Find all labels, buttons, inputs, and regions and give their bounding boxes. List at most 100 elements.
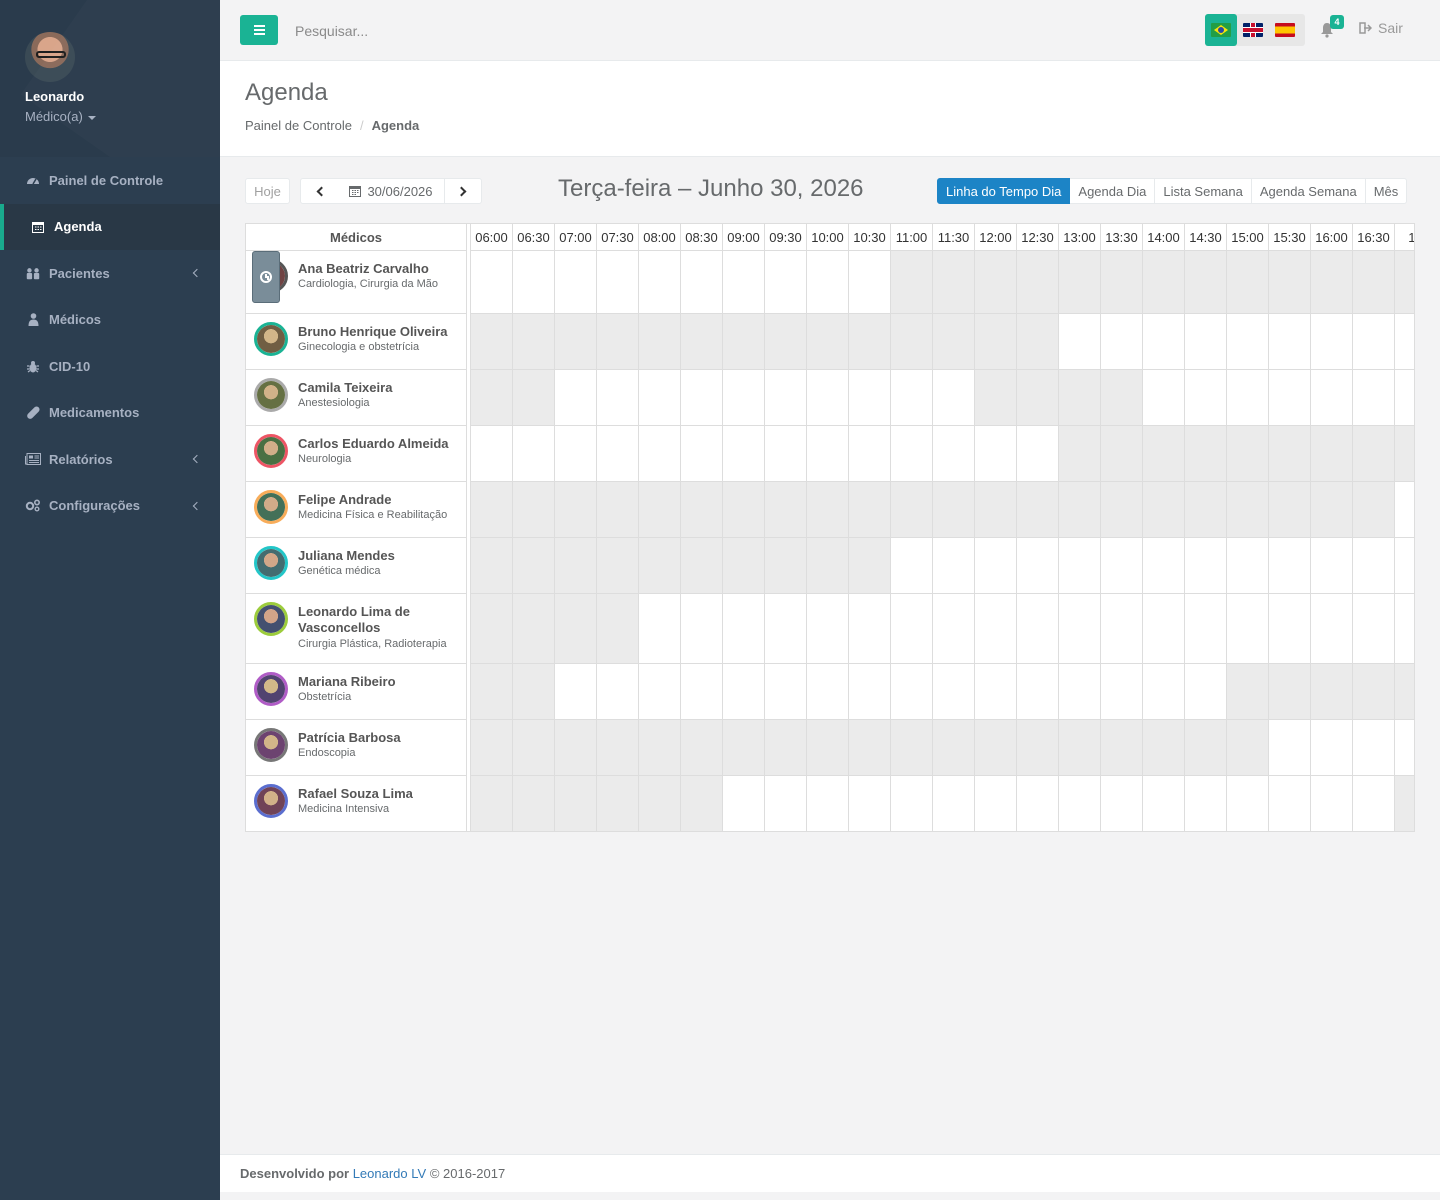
view-button-2[interactable]: Agenda Dia bbox=[1070, 178, 1156, 204]
available-slot[interactable] bbox=[764, 594, 806, 663]
available-slot[interactable] bbox=[638, 426, 680, 481]
unavailable-slot[interactable] bbox=[806, 538, 848, 593]
flag-uk-button[interactable] bbox=[1237, 14, 1269, 46]
doctor-row[interactable]: Patrícia Barbosa Endoscopia bbox=[246, 720, 466, 776]
available-slot[interactable] bbox=[1100, 776, 1142, 831]
available-slot[interactable] bbox=[1310, 720, 1352, 775]
available-slot[interactable] bbox=[1268, 314, 1310, 369]
unavailable-slot[interactable] bbox=[596, 776, 638, 831]
available-slot[interactable] bbox=[680, 664, 722, 719]
sidebar-item-pacientes[interactable]: Pacientes bbox=[0, 250, 220, 297]
unavailable-slot[interactable] bbox=[680, 482, 722, 537]
unavailable-slot[interactable] bbox=[554, 482, 596, 537]
unavailable-slot[interactable] bbox=[554, 538, 596, 593]
available-slot[interactable] bbox=[1016, 538, 1058, 593]
unavailable-slot[interactable] bbox=[1310, 251, 1352, 313]
unavailable-slot[interactable] bbox=[638, 314, 680, 369]
unavailable-slot[interactable] bbox=[1226, 664, 1268, 719]
available-slot[interactable] bbox=[722, 594, 764, 663]
available-slot[interactable] bbox=[890, 538, 932, 593]
available-slot[interactable] bbox=[806, 664, 848, 719]
available-slot[interactable] bbox=[1352, 720, 1394, 775]
unavailable-slot[interactable] bbox=[974, 314, 1016, 369]
available-slot[interactable] bbox=[1352, 538, 1394, 593]
unavailable-slot[interactable] bbox=[470, 538, 512, 593]
available-slot[interactable] bbox=[1100, 314, 1142, 369]
available-slot[interactable] bbox=[848, 426, 890, 481]
available-slot[interactable] bbox=[596, 664, 638, 719]
unavailable-slot[interactable] bbox=[554, 720, 596, 775]
available-slot[interactable] bbox=[764, 370, 806, 425]
available-slot[interactable] bbox=[1100, 538, 1142, 593]
available-slot[interactable] bbox=[1310, 370, 1352, 425]
flag-brazil-button[interactable] bbox=[1205, 14, 1237, 46]
unavailable-slot[interactable] bbox=[1352, 251, 1394, 313]
available-slot[interactable] bbox=[848, 251, 890, 313]
date-picker-button[interactable]: 30/06/2026 bbox=[338, 178, 445, 204]
available-slot[interactable] bbox=[806, 776, 848, 831]
available-slot[interactable] bbox=[1058, 314, 1100, 369]
unavailable-slot[interactable] bbox=[1352, 664, 1394, 719]
available-slot[interactable] bbox=[1268, 720, 1310, 775]
unavailable-slot[interactable] bbox=[1268, 664, 1310, 719]
unavailable-slot[interactable] bbox=[596, 538, 638, 593]
search-input[interactable] bbox=[295, 20, 545, 42]
available-slot[interactable] bbox=[1016, 426, 1058, 481]
unavailable-slot[interactable] bbox=[974, 482, 1016, 537]
unavailable-slot[interactable] bbox=[764, 314, 806, 369]
available-slot[interactable] bbox=[848, 594, 890, 663]
available-slot[interactable] bbox=[806, 370, 848, 425]
unavailable-slot[interactable] bbox=[806, 720, 848, 775]
available-slot[interactable] bbox=[1310, 538, 1352, 593]
available-slot[interactable] bbox=[1142, 776, 1184, 831]
unavailable-slot[interactable] bbox=[680, 314, 722, 369]
unavailable-slot[interactable] bbox=[1394, 776, 1414, 831]
available-slot[interactable] bbox=[680, 594, 722, 663]
available-slot[interactable] bbox=[890, 594, 932, 663]
available-slot[interactable] bbox=[1226, 776, 1268, 831]
unavailable-slot[interactable] bbox=[1100, 426, 1142, 481]
available-slot[interactable] bbox=[1100, 594, 1142, 663]
available-slot[interactable] bbox=[680, 370, 722, 425]
available-slot[interactable] bbox=[764, 426, 806, 481]
available-slot[interactable] bbox=[1394, 482, 1414, 537]
unavailable-slot[interactable] bbox=[1226, 482, 1268, 537]
available-slot[interactable] bbox=[1184, 538, 1226, 593]
available-slot[interactable] bbox=[890, 776, 932, 831]
available-slot[interactable] bbox=[512, 426, 554, 481]
unavailable-slot[interactable] bbox=[890, 720, 932, 775]
unavailable-slot[interactable] bbox=[1100, 720, 1142, 775]
available-slot[interactable] bbox=[1184, 594, 1226, 663]
unavailable-slot[interactable] bbox=[1394, 251, 1414, 313]
available-slot[interactable] bbox=[974, 426, 1016, 481]
available-slot[interactable] bbox=[1352, 594, 1394, 663]
available-slot[interactable] bbox=[512, 251, 554, 313]
available-slot[interactable] bbox=[1184, 314, 1226, 369]
view-button-1[interactable]: Linha do Tempo Dia bbox=[937, 178, 1071, 204]
unavailable-slot[interactable] bbox=[1100, 370, 1142, 425]
sidebar-item-relatorios[interactable]: Relatórios bbox=[0, 436, 220, 483]
unavailable-slot[interactable] bbox=[1100, 251, 1142, 313]
doctor-row[interactable]: Carlos Eduardo Almeida Neurologia bbox=[246, 426, 466, 482]
unavailable-slot[interactable] bbox=[1142, 251, 1184, 313]
available-slot[interactable] bbox=[890, 664, 932, 719]
available-slot[interactable] bbox=[932, 426, 974, 481]
next-day-button[interactable] bbox=[444, 178, 482, 204]
available-slot[interactable] bbox=[806, 251, 848, 313]
available-slot[interactable] bbox=[848, 664, 890, 719]
available-slot[interactable] bbox=[1016, 664, 1058, 719]
unavailable-slot[interactable] bbox=[932, 251, 974, 313]
doctor-row[interactable]: Juliana Mendes Genética médica bbox=[246, 538, 466, 594]
unavailable-slot[interactable] bbox=[848, 720, 890, 775]
unavailable-slot[interactable] bbox=[1352, 482, 1394, 537]
available-slot[interactable] bbox=[1394, 594, 1414, 663]
available-slot[interactable] bbox=[1352, 370, 1394, 425]
unavailable-slot[interactable] bbox=[932, 482, 974, 537]
available-slot[interactable] bbox=[1310, 314, 1352, 369]
available-slot[interactable] bbox=[1310, 776, 1352, 831]
available-slot[interactable] bbox=[1058, 664, 1100, 719]
available-slot[interactable] bbox=[554, 664, 596, 719]
unavailable-slot[interactable] bbox=[1226, 720, 1268, 775]
unavailable-slot[interactable] bbox=[890, 251, 932, 313]
available-slot[interactable] bbox=[554, 426, 596, 481]
